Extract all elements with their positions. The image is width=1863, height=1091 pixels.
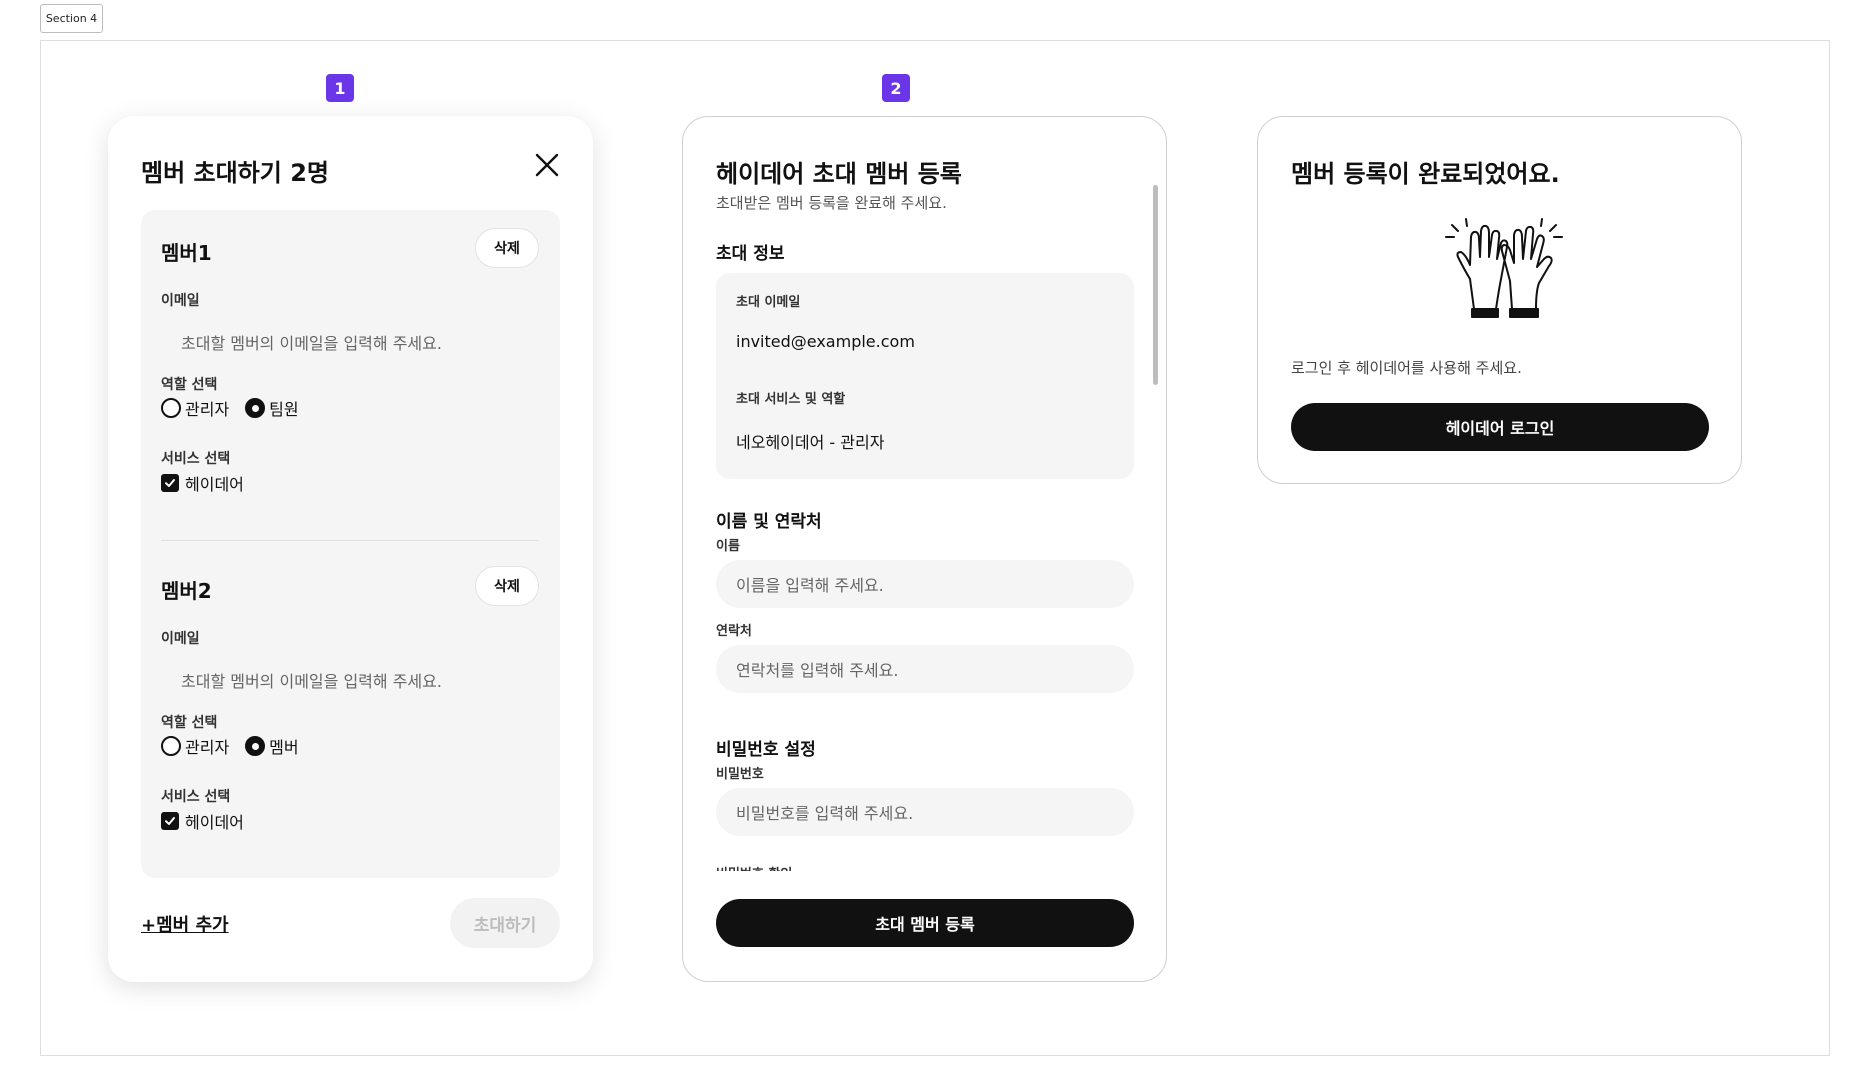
close-button[interactable] [532, 150, 562, 180]
service-checkbox[interactable] [161, 812, 179, 830]
member-list: 멤버1 삭제 이메일 초대할 멤버의 이메일을 입력해 주세요. 역할 선택 관… [141, 210, 560, 878]
email-input[interactable]: 초대할 멤버의 이메일을 입력해 주세요. [161, 660, 541, 700]
service-checkbox-label: 헤이데어 [185, 475, 244, 494]
step-badge-1: 1 [326, 74, 354, 102]
role-radio-member[interactable] [245, 736, 266, 756]
role-radio-member-label: 멤버 [269, 738, 299, 757]
add-member-link[interactable]: +멤버 추가 [141, 911, 229, 937]
role-radio-member-label: 팀원 [269, 400, 299, 419]
invite-member-modal: 멤버 초대하기 2명 멤버1 삭제 이메일 초대할 멤버의 이메일을 입력해 주… [108, 116, 593, 982]
form-scroll-area: 초대 정보 초대 이메일 invited@example.com 초대 서비스 … [683, 235, 1153, 871]
phone-input[interactable]: 연락처를 입력해 주세요. [716, 645, 1134, 693]
member-divider [161, 540, 539, 541]
invite-email-label: 초대 이메일 [736, 295, 801, 310]
invite-email-value: invited@example.com [736, 332, 915, 351]
service-checkbox-label: 헤이데어 [185, 813, 244, 832]
register-complete-card: 멤버 등록이 완료되었어요. 로그인 후 헤이데어를 사용해 주세요. 헤이데어… [1257, 116, 1742, 484]
email-label: 이메일 [161, 293, 200, 309]
service-label: 서비스 선택 [161, 789, 231, 805]
role-radio-member[interactable] [245, 398, 266, 418]
high-five-hands-icon [1445, 218, 1563, 318]
service-checkbox-row[interactable]: 헤이데어 [161, 809, 244, 833]
register-form-card: 헤이데어 초대 멤버 등록 초대받은 멤버 등록을 완료해 주세요. 초대 정보… [682, 116, 1167, 982]
invite-service-label: 초대 서비스 및 역할 [736, 392, 846, 407]
invite-service-value: 네오헤이데어 - 관리자 [736, 433, 885, 452]
service-checkbox[interactable] [161, 474, 179, 492]
register-submit-button[interactable]: 초대 멤버 등록 [716, 899, 1134, 947]
complete-title: 멤버 등록이 완료되었어요. [1291, 160, 1560, 188]
role-radio-admin-label: 관리자 [185, 738, 230, 757]
role-radio-group: 관리자 멤버 [161, 734, 315, 758]
login-button[interactable]: 헤이데어 로그인 [1291, 403, 1709, 451]
contact-heading: 이름 및 연락처 [716, 512, 822, 532]
step-badge-2: 2 [882, 74, 910, 102]
modal-title: 멤버 초대하기 2명 [141, 159, 329, 187]
email-input[interactable]: 초대할 멤버의 이메일을 입력해 주세요. [161, 322, 541, 362]
check-icon [165, 817, 175, 825]
email-label: 이메일 [161, 631, 200, 647]
register-subtitle: 초대받은 멤버 등록을 완료해 주세요. [716, 194, 947, 212]
member-title: 멤버1 [161, 241, 212, 265]
invite-button[interactable]: 초대하기 [450, 898, 560, 948]
delete-member-button[interactable]: 삭제 [475, 566, 539, 606]
service-label: 서비스 선택 [161, 451, 231, 467]
password-input[interactable]: 비밀번호를 입력해 주세요. [716, 788, 1134, 836]
role-radio-group: 관리자 팀원 [161, 396, 315, 420]
section-label: Section 4 [40, 4, 103, 33]
role-radio-admin-label: 관리자 [185, 400, 230, 419]
service-checkbox-row[interactable]: 헤이데어 [161, 471, 244, 495]
password-label: 비밀번호 [716, 767, 764, 782]
password-heading: 비밀번호 설정 [716, 740, 816, 760]
check-icon [165, 479, 175, 487]
invite-info-box: 초대 이메일 invited@example.com 초대 서비스 및 역할 네… [716, 273, 1134, 479]
close-icon [535, 153, 559, 177]
phone-label: 연락처 [716, 624, 752, 639]
role-label: 역할 선택 [161, 715, 218, 731]
invite-info-heading: 초대 정보 [716, 244, 785, 264]
complete-message: 로그인 후 헤이데어를 사용해 주세요. [1291, 359, 1522, 377]
name-input[interactable]: 이름을 입력해 주세요. [716, 560, 1134, 608]
scrollbar[interactable] [1153, 185, 1158, 385]
role-radio-admin[interactable] [161, 398, 181, 418]
register-title: 헤이데어 초대 멤버 등록 [716, 160, 962, 188]
password-confirm-label: 비밀번호 확인 [716, 863, 792, 871]
member-title: 멤버2 [161, 579, 212, 603]
role-label: 역할 선택 [161, 377, 218, 393]
name-label: 이름 [716, 539, 740, 554]
delete-member-button[interactable]: 삭제 [475, 228, 539, 268]
role-radio-admin[interactable] [161, 736, 181, 756]
